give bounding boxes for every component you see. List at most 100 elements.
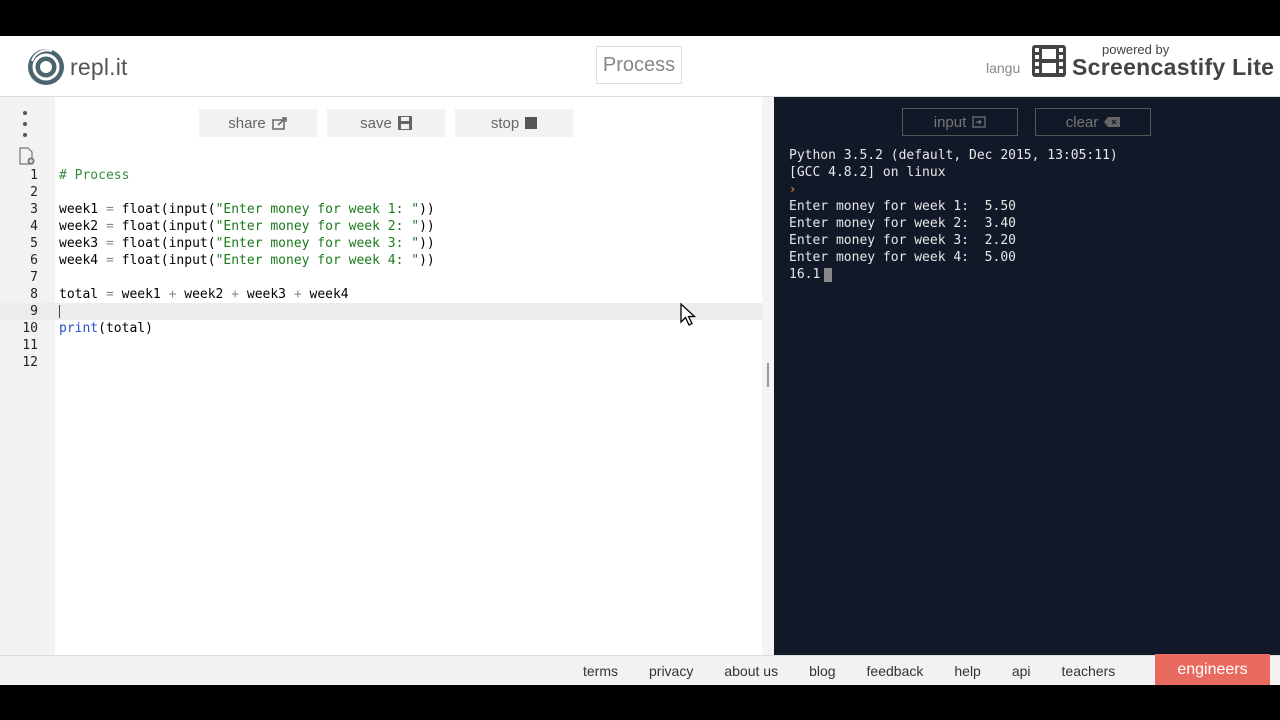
mouse-pointer-icon [680, 303, 696, 326]
code-token: float [121, 202, 161, 217]
code-line: 4 week2 = float(input("Enter money for we… [0, 218, 762, 235]
code-line: 1 # Process [0, 167, 762, 184]
code-string: "Enter money for week 3: " [215, 236, 420, 251]
header: repl.it Process langu powered by Screenc… [0, 36, 1280, 97]
code-token: week2 [59, 219, 99, 234]
footer-links: terms privacy about us blog feedback hel… [583, 656, 1146, 685]
watermark-text: powered by Screencastify Lite [1072, 43, 1274, 79]
film-strip-icon [1032, 45, 1066, 77]
console-cursor [824, 267, 833, 282]
stop-button[interactable]: stop [455, 109, 573, 137]
repl-app: repl.it Process langu powered by Screenc… [0, 36, 1280, 685]
line-number: 9 [30, 304, 38, 319]
stop-square-icon [525, 117, 538, 129]
share-icon [272, 117, 287, 130]
line-number: 10 [22, 321, 38, 336]
resizer-grip[interactable] [767, 363, 769, 387]
code-token: week3 [246, 287, 287, 302]
text-cursor [59, 305, 60, 318]
footer-link-feedback[interactable]: feedback [867, 663, 924, 679]
code-token: week1 [121, 287, 161, 302]
code-string: "Enter money for week 4: " [215, 253, 420, 268]
code-token: = [105, 219, 114, 234]
code-line: 10 print(total) [0, 320, 762, 337]
console-line: Enter money for week 3: 2.20 [789, 233, 1016, 248]
code-editor[interactable]: 1 # Process 2 3 week1 = float(input("Enter… [0, 167, 762, 371]
footer-link-about-us[interactable]: about us [724, 663, 778, 679]
code-token: float [121, 236, 161, 251]
language-label[interactable]: langu [986, 60, 1020, 76]
code-token: input [168, 253, 208, 268]
line-number: 2 [30, 185, 38, 200]
console-pane[interactable]: input clear Python 3.5.2 (default, Dec 2… [774, 97, 1280, 655]
share-button[interactable]: share [199, 109, 317, 137]
code-token: = [105, 202, 114, 217]
save-button[interactable]: save [327, 109, 445, 137]
line-number: 12 [22, 355, 38, 370]
code-keyword: print [59, 321, 99, 336]
code-token: week4 [309, 287, 349, 302]
line-number: 5 [30, 236, 38, 251]
input-enter-icon [972, 116, 986, 128]
code-token: = [105, 253, 114, 268]
engineers-button[interactable]: engineers [1155, 654, 1270, 685]
code-line: 8 total = week1 + week2 + week3 + week4 [0, 286, 762, 303]
code-token: float [121, 219, 161, 234]
footer-link-privacy[interactable]: privacy [649, 663, 693, 679]
code-token: = [105, 287, 114, 302]
line-number: 3 [30, 202, 38, 217]
backspace-icon [1104, 117, 1121, 127]
code-line: 7 [0, 269, 762, 286]
code-line-active: 9 [0, 303, 762, 320]
console-line: Enter money for week 4: 5.00 [789, 250, 1016, 265]
console-banner: Python 3.5.2 (default, Dec 2015, 13:05:1… [789, 148, 1118, 163]
pane-resizer[interactable] [762, 97, 774, 655]
code-token: + [293, 287, 302, 302]
console-banner: [GCC 4.8.2] on linux [789, 165, 946, 180]
input-button-label: input [933, 113, 967, 131]
code-token: week1 [59, 202, 99, 217]
code-line: 3 week1 = float(input("Enter money for we… [0, 201, 762, 218]
clear-button-label: clear [1065, 113, 1099, 131]
line-number: 4 [30, 219, 38, 234]
console-line: Enter money for week 1: 5.50 [789, 199, 1016, 214]
editor-pane: share save stop 1 # Process 2 3 week1 = fl… [0, 97, 762, 655]
logo-text: repl.it [70, 53, 128, 80]
new-file-icon[interactable] [19, 147, 35, 165]
logo[interactable]: repl.it [26, 47, 128, 87]
console-line: Enter money for week 2: 3.40 [789, 216, 1016, 231]
line-number: 7 [30, 270, 38, 285]
input-button[interactable]: input [902, 108, 1018, 136]
repl-logo-icon [28, 49, 64, 85]
code-token: float [121, 253, 161, 268]
code-token: = [105, 236, 114, 251]
code-token: week2 [184, 287, 224, 302]
watermark-brand: Screencastify Lite [1072, 54, 1275, 80]
code-line: 12 [0, 354, 762, 371]
footer-link-terms[interactable]: terms [583, 663, 618, 679]
prompt-icon: › [789, 182, 797, 196]
clear-button[interactable]: clear [1035, 108, 1151, 136]
more-menu-icon[interactable] [18, 111, 32, 137]
project-title[interactable]: Process [596, 46, 682, 84]
line-number: 6 [30, 253, 38, 268]
code-line: 6 week4 = float(input("Enter money for we… [0, 252, 762, 269]
code-token: input [168, 219, 208, 234]
code-string: "Enter money for week 2: " [215, 219, 420, 234]
footer-link-help[interactable]: help [954, 663, 980, 679]
code-token: + [168, 287, 177, 302]
stop-button-label: stop [490, 114, 520, 132]
console-result: 16.1 [789, 267, 821, 282]
footer-link-blog[interactable]: blog [809, 663, 835, 679]
code-line: 5 week3 = float(input("Enter money for we… [0, 235, 762, 252]
line-number: 1 [30, 168, 38, 183]
floppy-disk-icon [397, 116, 412, 130]
footer-link-teachers[interactable]: teachers [1062, 663, 1116, 679]
code-token: input [168, 236, 208, 251]
footer-link-api[interactable]: api [1012, 663, 1031, 679]
code-line: 2 [0, 184, 762, 201]
code-line: 11 [0, 337, 762, 354]
line-number: 8 [30, 287, 38, 302]
share-button-label: share [228, 114, 266, 132]
line-number: 11 [22, 338, 38, 353]
